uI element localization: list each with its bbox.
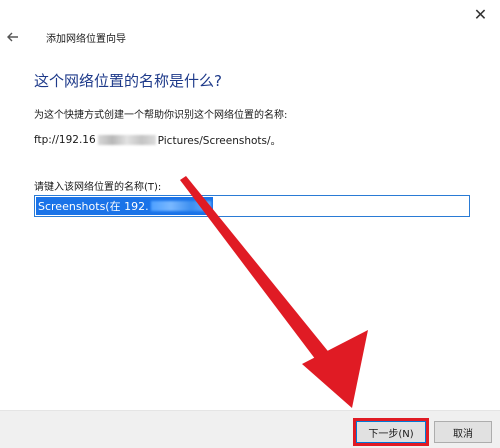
wizard-window: ✕ 添加网络位置向导 这个网络位置的名称是什么? 为这个快捷方式创建一个帮助你识… bbox=[0, 0, 500, 448]
wizard-footer: 下一步(N) 取消 bbox=[0, 410, 500, 448]
next-button[interactable]: 下一步(N) bbox=[356, 421, 426, 443]
name-field-label: 请键入该网络位置的名称(T): bbox=[34, 182, 162, 193]
back-arrow-icon[interactable] bbox=[4, 28, 22, 46]
arrow-head bbox=[302, 330, 368, 408]
url-prefix: ftp://192.16 bbox=[34, 134, 96, 146]
close-icon[interactable]: ✕ bbox=[461, 0, 500, 28]
wizard-title: 添加网络位置向导 bbox=[46, 34, 126, 45]
redacted-selection bbox=[150, 201, 211, 211]
description-text: 为这个快捷方式创建一个帮助你识别这个网络位置的名称: bbox=[34, 110, 288, 121]
title-bar: ✕ 添加网络位置向导 bbox=[0, 0, 500, 72]
selected-text: Screenshots(在 192. bbox=[36, 197, 213, 215]
name-value: Screenshots(在 192. bbox=[38, 200, 149, 213]
cancel-button[interactable]: 取消 bbox=[434, 421, 492, 443]
redacted-text bbox=[97, 135, 156, 145]
url-suffix: Pictures/Screenshots/。 bbox=[157, 134, 282, 147]
page-heading: 这个网络位置的名称是什么? bbox=[34, 72, 222, 90]
location-name-input[interactable]: Screenshots(在 192. bbox=[34, 195, 470, 217]
network-location-url: ftp://192.16 Pictures/Screenshots/。 bbox=[34, 132, 281, 148]
